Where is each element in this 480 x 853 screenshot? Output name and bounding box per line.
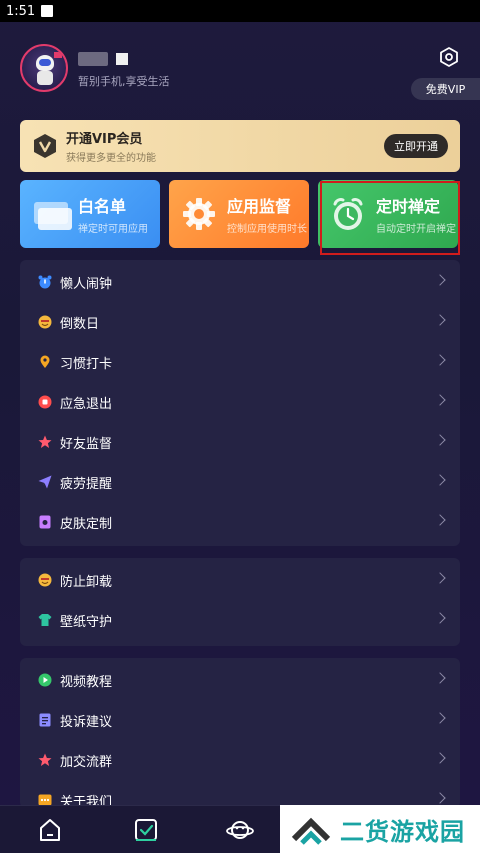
document-icon bbox=[38, 713, 52, 727]
menu-item-fatigue-reminder[interactable]: 疲劳提醒 bbox=[20, 462, 460, 502]
menu-item-label: 皮肤定制 bbox=[60, 516, 113, 532]
chevron-right-icon bbox=[434, 474, 446, 486]
vip-open-button[interactable]: 立即开通 bbox=[384, 134, 448, 158]
app-supervision-subtitle: 控制应用使用时长 bbox=[227, 224, 307, 235]
menu-item-label: 好友监督 bbox=[60, 436, 113, 452]
chevron-right-icon bbox=[434, 434, 446, 446]
free-vip-button[interactable]: 免费VIP bbox=[411, 78, 480, 100]
notification-icon bbox=[41, 5, 54, 17]
menu-item-label: 习惯打卡 bbox=[60, 356, 113, 372]
selection-highlight bbox=[320, 181, 460, 255]
chevron-right-icon bbox=[434, 572, 446, 584]
star-icon bbox=[38, 435, 52, 449]
star-icon bbox=[38, 753, 52, 767]
chevron-right-icon bbox=[434, 712, 446, 724]
menu-item-skin-customize[interactable]: 皮肤定制 bbox=[20, 502, 460, 542]
menu-item-label: 防止卸载 bbox=[60, 574, 113, 590]
menu-item-feedback[interactable]: 投诉建议 bbox=[20, 700, 460, 740]
whitelist-title: 白名单 bbox=[78, 197, 127, 216]
menu-item-label: 懒人闹钟 bbox=[60, 276, 113, 292]
app-supervision-title: 应用监督 bbox=[227, 197, 292, 216]
chevron-right-icon bbox=[434, 752, 446, 764]
menu-item-countdown[interactable]: 倒数日 bbox=[20, 302, 460, 342]
watermark-logo: 二货游戏园 bbox=[280, 805, 480, 853]
menu-item-habit-checkin[interactable]: 习惯打卡 bbox=[20, 342, 460, 382]
menu-item-emergency-exit[interactable]: 应急退出 bbox=[20, 382, 460, 422]
menu-section-protection: 防止卸载 壁纸守护 bbox=[20, 558, 460, 646]
status-time: 1:51 bbox=[6, 3, 36, 19]
menu-item-label: 疲劳提醒 bbox=[60, 476, 113, 492]
feature-cards: 白名单 禅定时可用应用 应用监督 控制应用使用时长 定时禅定 自动定时开启禅定 bbox=[20, 180, 460, 255]
status-bar: 1:51 bbox=[0, 0, 480, 22]
menu-item-label: 倒数日 bbox=[60, 316, 100, 332]
menu-section-tools: 懒人闹钟 倒数日 习惯打卡 应急退出 好友监督 疲劳提醒 皮肤定制 bbox=[20, 260, 460, 546]
chevron-right-icon bbox=[434, 314, 446, 326]
chevron-right-icon bbox=[434, 612, 446, 624]
profile-header[interactable]: 暂别手机,享受生活 bbox=[20, 44, 170, 92]
home-icon[interactable] bbox=[36, 816, 64, 844]
shirt-icon bbox=[38, 613, 52, 627]
vip-badge-icon bbox=[32, 133, 58, 159]
profile-slogan: 暂别手机,享受生活 bbox=[78, 74, 170, 88]
menu-item-friend-supervision[interactable]: 好友监督 bbox=[20, 422, 460, 462]
gear-icon bbox=[177, 194, 225, 234]
task-check-icon[interactable] bbox=[132, 816, 160, 844]
smile-icon bbox=[38, 573, 52, 587]
vip-banner[interactable]: 开通VIP会员 获得更多更全的功能 立即开通 bbox=[20, 120, 460, 172]
menu-item-lazy-alarm[interactable]: 懒人闹钟 bbox=[20, 262, 460, 302]
whitelist-icon bbox=[28, 194, 76, 234]
app-supervision-card[interactable]: 应用监督 控制应用使用时长 bbox=[169, 180, 309, 248]
menu-item-label: 应急退出 bbox=[60, 396, 113, 412]
menu-section-help: 视频教程 投诉建议 加交流群 关于我们 bbox=[20, 658, 460, 808]
chevron-right-icon bbox=[434, 514, 446, 526]
chevron-right-icon bbox=[434, 274, 446, 286]
menu-item-label: 视频教程 bbox=[60, 674, 113, 690]
chevron-right-icon bbox=[434, 394, 446, 406]
watermark-text: 二货游戏园 bbox=[340, 817, 465, 846]
vip-subtitle: 获得更多更全的功能 bbox=[66, 153, 156, 164]
chevron-up-logo-icon bbox=[291, 817, 331, 845]
menu-item-label: 壁纸守护 bbox=[60, 614, 113, 630]
play-icon bbox=[38, 673, 52, 687]
menu-item-video-tutorial[interactable]: 视频教程 bbox=[20, 660, 460, 700]
smile-icon bbox=[38, 315, 52, 329]
menu-item-label: 加交流群 bbox=[60, 754, 113, 770]
menu-item-prevent-uninstall[interactable]: 防止卸载 bbox=[20, 560, 460, 600]
menu-item-about-us[interactable]: 关于我们 bbox=[20, 780, 460, 808]
username bbox=[78, 48, 170, 70]
chevron-right-icon bbox=[434, 354, 446, 366]
chevron-right-icon bbox=[434, 792, 446, 804]
whitelist-card[interactable]: 白名单 禅定时可用应用 bbox=[20, 180, 160, 248]
settings-icon[interactable] bbox=[438, 46, 460, 68]
menu-item-wallpaper-guard[interactable]: 壁纸守护 bbox=[20, 600, 460, 640]
menu-item-join-group[interactable]: 加交流群 bbox=[20, 740, 460, 780]
location-pin-icon bbox=[38, 355, 52, 369]
vip-title: 开通VIP会员 bbox=[66, 132, 143, 147]
planet-icon[interactable] bbox=[226, 816, 254, 844]
skin-icon bbox=[38, 515, 52, 529]
whitelist-subtitle: 禅定时可用应用 bbox=[78, 224, 148, 235]
paper-plane-icon bbox=[38, 475, 52, 489]
chevron-right-icon bbox=[434, 672, 446, 684]
record-icon bbox=[38, 395, 52, 409]
menu-item-label: 投诉建议 bbox=[60, 714, 113, 730]
avatar[interactable] bbox=[20, 44, 68, 92]
alarm-icon bbox=[38, 275, 52, 289]
